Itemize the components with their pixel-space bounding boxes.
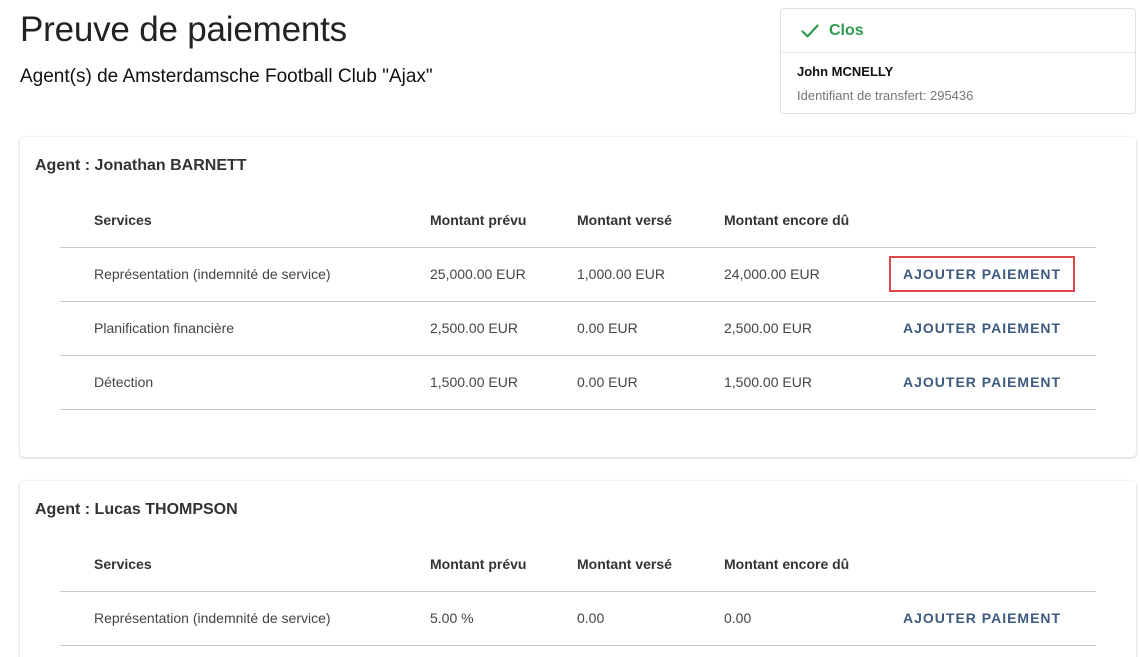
page-subtitle: Agent(s) de Amsterdamsche Football Club … xyxy=(20,66,433,87)
page-title: Preuve de paiements xyxy=(20,10,347,49)
agent-title: Agent : Lucas THOMPSON xyxy=(35,501,238,518)
table-row: Représentation (indemnité de service) 5.… xyxy=(60,591,1096,646)
table-header-row: Services Montant prévu Montant versé Mon… xyxy=(60,193,1096,248)
header-services: Services xyxy=(60,193,430,248)
status-header: Clos xyxy=(781,9,1135,53)
header-paid: Montant versé xyxy=(577,193,724,248)
cell-paid: 0.00 xyxy=(577,591,724,646)
player-name: John MCNELLY xyxy=(797,64,894,79)
cell-due: 1,500.00 EUR xyxy=(724,355,891,410)
cell-action: AJOUTER PAIEMENT xyxy=(889,301,1096,356)
cell-action: AJOUTER PAIEMENT xyxy=(889,247,1096,302)
table-row: Planification financière 2,500.00 EUR 0.… xyxy=(60,301,1096,356)
cell-planned: 2,500.00 EUR xyxy=(430,301,577,356)
transfer-id: Identifiant de transfert: 295436 xyxy=(797,88,974,103)
cell-due: 0.00 xyxy=(724,591,891,646)
agent-card-lucas-thompson: Agent : Lucas THOMPSON Services Montant … xyxy=(20,481,1136,657)
cell-service: Représentation (indemnité de service) xyxy=(60,591,430,646)
cell-service: Détection xyxy=(60,355,430,410)
checkmark-icon xyxy=(801,24,819,38)
table-header-row: Services Montant prévu Montant versé Mon… xyxy=(60,537,1096,592)
cell-action: AJOUTER PAIEMENT xyxy=(889,591,1096,646)
cell-service: Planification financière xyxy=(60,301,430,356)
agent-card-jonathan-barnett: Agent : Jonathan BARNETT Services Montan… xyxy=(20,137,1136,457)
header-planned: Montant prévu xyxy=(430,193,577,248)
cell-planned: 25,000.00 EUR xyxy=(430,247,577,302)
add-payment-button[interactable]: AJOUTER PAIEMENT xyxy=(889,256,1076,292)
status-label: Clos xyxy=(829,21,864,39)
header-services: Services xyxy=(60,537,430,592)
cell-planned: 5.00 % xyxy=(430,591,577,646)
table-row: Représentation (indemnité de service) 25… xyxy=(60,247,1096,302)
cell-action: AJOUTER PAIEMENT xyxy=(889,355,1096,410)
cell-planned: 1,500.00 EUR xyxy=(430,355,577,410)
services-table: Services Montant prévu Montant versé Mon… xyxy=(60,193,1096,410)
cell-paid: 0.00 EUR xyxy=(577,355,724,410)
add-payment-button[interactable]: AJOUTER PAIEMENT xyxy=(889,310,1075,346)
cell-service: Représentation (indemnité de service) xyxy=(60,247,430,302)
cell-due: 2,500.00 EUR xyxy=(724,301,891,356)
agent-title: Agent : Jonathan BARNETT xyxy=(35,157,247,174)
services-table: Services Montant prévu Montant versé Mon… xyxy=(60,537,1096,646)
header-due: Montant encore dû xyxy=(724,537,891,592)
cell-paid: 0.00 EUR xyxy=(577,301,724,356)
header-action xyxy=(891,193,1096,248)
cell-paid: 1,000.00 EUR xyxy=(577,247,724,302)
table-row: Détection 1,500.00 EUR 0.00 EUR 1,500.00… xyxy=(60,355,1096,410)
header-paid: Montant versé xyxy=(577,537,724,592)
add-payment-button[interactable]: AJOUTER PAIEMENT xyxy=(889,600,1075,636)
header-action xyxy=(891,537,1096,592)
header-due: Montant encore dû xyxy=(724,193,891,248)
header-planned: Montant prévu xyxy=(430,537,577,592)
cell-due: 24,000.00 EUR xyxy=(724,247,891,302)
transfer-status-card: Clos John MCNELLY Identifiant de transfe… xyxy=(780,8,1136,114)
add-payment-button[interactable]: AJOUTER PAIEMENT xyxy=(889,364,1075,400)
